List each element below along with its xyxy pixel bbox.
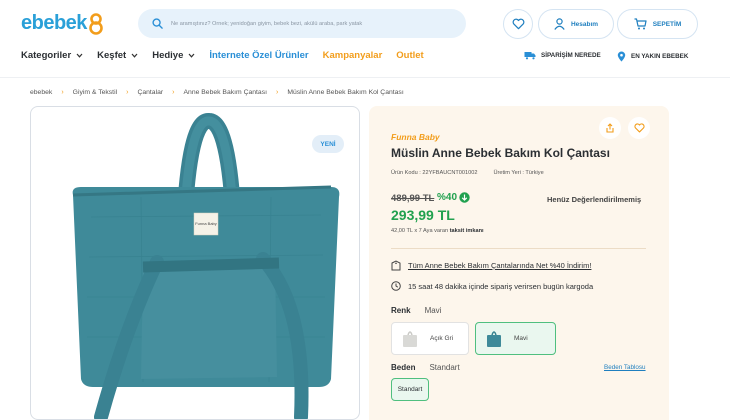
variant-thumbnail: [398, 327, 422, 351]
installment-bold: taksit imkanı: [449, 228, 484, 234]
variant-label: Mavi: [514, 335, 528, 342]
bag-thumbnail-icon: [403, 330, 417, 347]
nav-link-online-exclusive[interactable]: İnternete Özel Ürünler: [209, 50, 308, 61]
chevron-down-icon: [131, 53, 138, 58]
chevron-down-icon: [76, 53, 83, 58]
breadcrumb-item[interactable]: Çantalar: [137, 89, 163, 96]
nav-link-campaigns[interactable]: Kampanyalar: [323, 50, 383, 61]
discount-badge: %40: [437, 192, 470, 203]
discount-value: %40: [437, 192, 458, 203]
order-track-link[interactable]: SİPARİŞİM NEREDE: [524, 51, 601, 60]
nav-item-discover[interactable]: Keşfet: [97, 50, 138, 61]
nav-item-label: Kategoriler: [21, 50, 72, 61]
logo-mark-icon: [89, 12, 103, 35]
chevron-right-icon: ›: [61, 89, 64, 96]
nav-item-label: Keşfet: [97, 50, 127, 61]
rating-status[interactable]: Henüz Değerlendirilmemiş: [547, 195, 641, 204]
logo[interactable]: ebebek: [21, 12, 104, 35]
size-value: Standart: [429, 363, 460, 372]
share-button[interactable]: [599, 117, 621, 139]
shipping-info: 15 saat 48 dakika içinde sipariş verirse…: [391, 281, 593, 291]
size-label: Beden: [391, 363, 416, 372]
current-price: 293,99 TL: [391, 207, 455, 223]
size-option-standard[interactable]: Standart: [391, 378, 429, 401]
variant-label: Açık Gri: [430, 335, 454, 342]
heart-icon: [512, 18, 524, 30]
account-button[interactable]: Hesabım: [538, 9, 614, 39]
nav-link-outlet[interactable]: Outlet: [396, 50, 423, 61]
cart-label: SEPETİM: [652, 20, 682, 28]
nearest-store-link[interactable]: EN YAKIN EBEBEK: [617, 51, 688, 62]
old-price: 489,99 TL: [391, 193, 435, 204]
promo-text: Tüm Anne Bebek Bakım Çantalarında Net %4…: [408, 261, 592, 270]
bag-tag-text: Funna Baby: [195, 221, 217, 226]
favorites-button[interactable]: [503, 9, 533, 39]
location-pin-icon: [617, 51, 626, 62]
variant-light-gray[interactable]: Açık Gri: [391, 322, 469, 355]
chevron-down-icon: [188, 53, 195, 58]
share-icon: [606, 123, 614, 133]
product-image: Funna Baby: [72, 113, 340, 419]
product-title: Müslin Anne Bebek Bakım Kol Çantası: [391, 146, 610, 160]
nav-item-categories[interactable]: Kategoriler: [21, 50, 83, 61]
bag-thumbnail-icon: [487, 330, 501, 347]
chevron-right-icon: ›: [172, 89, 175, 96]
chevron-right-icon: ›: [126, 89, 129, 96]
clock-icon: [391, 281, 401, 291]
product-image-panel[interactable]: Funna Baby: [30, 106, 360, 420]
order-track-label: SİPARİŞİM NEREDE: [541, 52, 601, 59]
search-bar[interactable]: [138, 9, 466, 38]
arrow-down-circle-icon: [459, 192, 470, 203]
wishlist-button[interactable]: [628, 117, 650, 139]
new-badge: YENİ: [312, 135, 344, 153]
search-icon: [152, 18, 163, 29]
promo-link[interactable]: Tüm Anne Bebek Bakım Çantalarında Net %4…: [391, 260, 591, 271]
heart-icon: [633, 123, 645, 133]
color-value: Mavi: [424, 306, 442, 315]
variant-blue[interactable]: Mavi: [475, 322, 556, 355]
nav-item-label: Hediye: [152, 50, 184, 61]
installment-info: 42,00 TL x 7 Aya varan taksit imkanı: [391, 228, 484, 234]
product-code: Ürün Kodu : 22YFBAUCNT001002: [391, 170, 478, 176]
color-label: Renk: [391, 306, 411, 315]
product-origin: Üretim Yeri : Türkiye: [493, 170, 544, 176]
account-label: Hesabım: [570, 20, 599, 28]
main-nav: Kategoriler Keşfet Hediye İnternete Özel…: [21, 50, 438, 61]
breadcrumb-item[interactable]: Anne Bebek Bakım Çantası: [184, 89, 268, 96]
color-selector-label: Renk Mavi: [391, 306, 441, 315]
breadcrumb: ebebek › Giyim & Tekstil › Çantalar › An…: [30, 89, 404, 96]
breadcrumb-current: Müslin Anne Bebek Bakım Kol Çantası: [287, 89, 404, 96]
truck-icon: [524, 52, 536, 60]
tag-icon: [391, 260, 401, 271]
divider: [391, 248, 646, 249]
nearest-store-label: EN YAKIN EBEBEK: [631, 53, 689, 60]
breadcrumb-item[interactable]: Giyim & Tekstil: [73, 89, 117, 96]
site-header: ebebek Hesabım SEPETİM: [0, 0, 730, 78]
size-guide-link[interactable]: Beden Tablosu: [604, 364, 646, 371]
shipping-text: 15 saat 48 dakika içinde sipariş verirse…: [408, 281, 594, 291]
logo-text: ebebek: [21, 12, 87, 34]
product-meta: Ürün Kodu : 22YFBAUCNT001002 Üretim Yeri…: [391, 170, 544, 176]
cart-icon: [634, 18, 647, 30]
nav-item-gift[interactable]: Hediye: [152, 50, 195, 61]
installment-text: 42,00 TL x 7 Aya varan: [391, 228, 449, 234]
product-brand[interactable]: Funna Baby: [391, 132, 440, 142]
user-icon: [554, 18, 565, 30]
chevron-right-icon: ›: [276, 89, 279, 96]
variant-thumbnail: [482, 327, 506, 351]
breadcrumb-item[interactable]: ebebek: [30, 89, 52, 96]
cart-button[interactable]: SEPETİM: [617, 9, 698, 39]
size-selector-label: Beden Standart: [391, 363, 460, 372]
search-input[interactable]: [171, 20, 451, 27]
